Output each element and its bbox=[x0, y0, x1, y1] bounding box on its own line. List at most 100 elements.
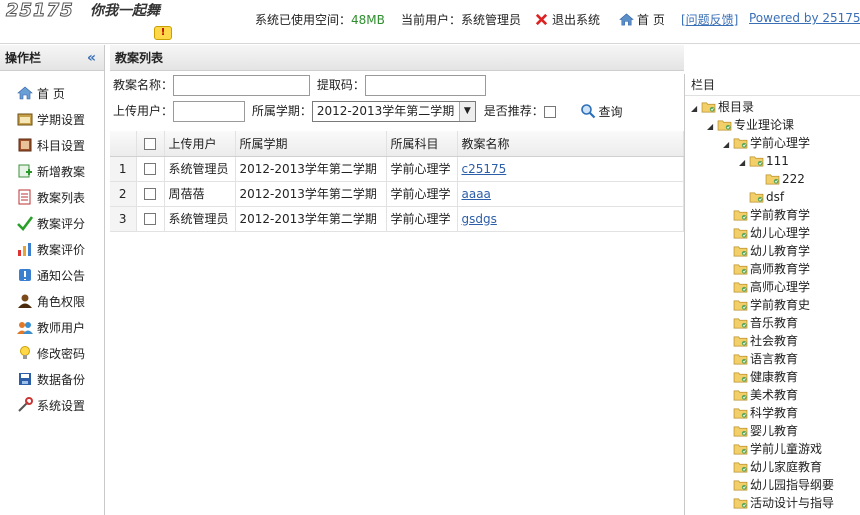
chart-icon bbox=[18, 243, 31, 256]
term-select[interactable]: 2012-2013学年第二学期 ▼ bbox=[311, 101, 476, 122]
tree-node[interactable]: 音乐教育 bbox=[723, 314, 798, 332]
sidebar-item-label: 教案评分 bbox=[37, 217, 86, 231]
book-icon bbox=[18, 138, 32, 152]
tree-node-label: 活动设计与指导 bbox=[750, 496, 835, 510]
sidebar-item-label: 通知公告 bbox=[37, 269, 86, 283]
row-checkbox[interactable] bbox=[144, 188, 156, 200]
table-header-row: 上传用户 所属学期 所属科目 教案名称 bbox=[110, 131, 684, 157]
sidebar-item-label: 数据备份 bbox=[37, 373, 86, 387]
sidebar-item-label: 修改密码 bbox=[37, 347, 86, 361]
lesson-link[interactable]: c25175 bbox=[462, 162, 507, 176]
tree-toggle-icon[interactable]: ◢ bbox=[691, 100, 701, 118]
lesson-link[interactable]: aaaa bbox=[462, 187, 491, 201]
tree-node[interactable]: 社会教育 bbox=[723, 332, 798, 350]
folder-icon bbox=[733, 480, 748, 491]
notice-bubble-icon: ! bbox=[154, 26, 172, 40]
tree-node-label: 学前教育史 bbox=[750, 298, 811, 312]
tree-node-label: 学前心理学 bbox=[750, 136, 811, 150]
sidebar-item[interactable]: 首 页 bbox=[0, 81, 104, 107]
home-label: 首 页 bbox=[637, 13, 665, 27]
list-icon bbox=[18, 189, 31, 205]
tree-node[interactable]: ◢ 学前心理学 bbox=[723, 134, 810, 152]
term-select-value: 2012-2013学年第二学期 bbox=[316, 104, 455, 118]
row-number: 2 bbox=[110, 181, 137, 207]
col-lesson-name[interactable]: 教案名称 bbox=[457, 131, 684, 157]
tree-node[interactable]: 幼儿家庭教育 bbox=[723, 458, 822, 476]
col-term[interactable]: 所属学期 bbox=[235, 131, 387, 157]
home-link[interactable]: 首 页 bbox=[619, 11, 665, 28]
tree-node-label: 幼儿教育学 bbox=[750, 244, 811, 258]
powered-link[interactable]: Powered by 25175 bbox=[749, 11, 860, 25]
notice-icon bbox=[19, 269, 31, 281]
tree-toggle-icon[interactable]: ◢ bbox=[707, 118, 717, 136]
sidebar-item[interactable]: 角色权限 bbox=[0, 289, 104, 315]
tree-node[interactable]: 幼儿园指导纲要 bbox=[723, 476, 834, 494]
folder-icon bbox=[733, 498, 748, 509]
tree-node[interactable]: 幼儿心理学 bbox=[723, 224, 810, 242]
sidebar-item-label: 科目设置 bbox=[37, 139, 86, 153]
tree-node[interactable]: ◢ 111 bbox=[739, 152, 789, 170]
col-subject[interactable]: 所属科目 bbox=[386, 131, 458, 157]
tree-node-label: 幼儿家庭教育 bbox=[750, 460, 823, 474]
sidebar-item[interactable]: 学期设置 bbox=[0, 107, 104, 133]
tools-icon bbox=[18, 397, 33, 412]
lesson-name-input[interactable] bbox=[173, 75, 311, 96]
sidebar-item[interactable]: 新增教案 bbox=[0, 159, 104, 185]
tree-title: 栏目 bbox=[685, 74, 860, 96]
sidebar-item[interactable]: 科目设置 bbox=[0, 133, 104, 159]
sidebar-item[interactable]: 教案列表 bbox=[0, 185, 104, 211]
sidebar-item[interactable]: 修改密码 bbox=[0, 341, 104, 367]
sidebar-item[interactable]: 数据备份 bbox=[0, 367, 104, 393]
tree-node[interactable]: 222 bbox=[755, 170, 805, 188]
tree-node[interactable]: 婴儿教育 bbox=[723, 422, 798, 440]
tree-node[interactable]: dsf bbox=[739, 188, 784, 206]
feedback-link[interactable]: [问题反馈] bbox=[681, 11, 738, 28]
sidebar-item[interactable]: 教师用户 bbox=[0, 315, 104, 341]
tree-toggle-icon[interactable]: ◢ bbox=[739, 154, 749, 172]
logout-button[interactable]: 退出系统 bbox=[534, 11, 600, 28]
tree-node[interactable]: 高师教育学 bbox=[723, 260, 810, 278]
top-header: 25175 你我一起舞 ! 系统已使用空间：48MB 当前用户：系统管理员 退出… bbox=[0, 0, 860, 44]
tree-toggle-icon[interactable]: ◢ bbox=[723, 136, 733, 154]
col-uploader[interactable]: 上传用户 bbox=[164, 131, 236, 157]
sidebar-item[interactable]: 通知公告 bbox=[0, 263, 104, 289]
sidebar-item[interactable]: 系统设置 bbox=[0, 393, 104, 419]
sidebar-item[interactable]: 教案评分 bbox=[0, 211, 104, 237]
tree-node[interactable]: ◢ 专业理论课 bbox=[707, 116, 794, 134]
cell-uploader: 周蓓蓓 bbox=[164, 181, 236, 207]
table-row[interactable]: 3 系统管理员 2012-2013学年第二学期 学前心理学 gsdgs bbox=[110, 206, 684, 232]
collapse-sidebar-button[interactable]: « bbox=[87, 45, 96, 71]
tree-node[interactable]: 学前教育史 bbox=[723, 296, 810, 314]
tree-node[interactable]: 活动设计与指导 bbox=[723, 494, 834, 512]
sidebar-item[interactable]: 教案评价 bbox=[0, 237, 104, 263]
row-checkbox[interactable] bbox=[144, 213, 156, 225]
lesson-link[interactable]: gsdgs bbox=[462, 212, 497, 226]
close-icon bbox=[535, 13, 548, 26]
tree-node-label: 222 bbox=[782, 172, 805, 186]
uploader-label: 上传用户： bbox=[113, 104, 174, 118]
tree-node[interactable]: 语言教育 bbox=[723, 350, 798, 368]
code-input[interactable] bbox=[364, 75, 486, 96]
check-icon bbox=[17, 216, 33, 231]
tree-node[interactable]: 幼儿教育学 bbox=[723, 242, 810, 260]
home-icon bbox=[619, 13, 634, 26]
tree-node-label: 社会教育 bbox=[750, 334, 799, 348]
select-all-checkbox[interactable] bbox=[144, 137, 156, 150]
recommend-label: 是否推荐： bbox=[483, 104, 544, 118]
folder-icon bbox=[733, 282, 748, 293]
uploader-input[interactable] bbox=[173, 101, 246, 122]
tree-node[interactable]: 学前儿童游戏 bbox=[723, 440, 822, 458]
row-checkbox[interactable] bbox=[144, 163, 156, 175]
tree-node[interactable]: ◢ 根目录 bbox=[691, 98, 754, 116]
query-button[interactable]: 查询 bbox=[580, 103, 623, 120]
tree-node[interactable]: 美术教育 bbox=[723, 386, 798, 404]
tree-node-label: 幼儿园指导纲要 bbox=[750, 478, 835, 492]
tree-node[interactable]: 科学教育 bbox=[723, 404, 798, 422]
table-row[interactable]: 1 系统管理员 2012-2013学年第二学期 学前心理学 c25175 bbox=[110, 156, 684, 182]
tree-node[interactable]: 高师心理学 bbox=[723, 278, 810, 296]
tree-node[interactable]: 健康教育 bbox=[723, 368, 798, 386]
table-row[interactable]: 2 周蓓蓓 2012-2013学年第二学期 学前心理学 aaaa bbox=[110, 181, 684, 207]
recommend-checkbox[interactable] bbox=[543, 105, 556, 118]
tree-node[interactable]: 学前教育学 bbox=[723, 206, 810, 224]
term-label: 所属学期： bbox=[251, 104, 312, 118]
